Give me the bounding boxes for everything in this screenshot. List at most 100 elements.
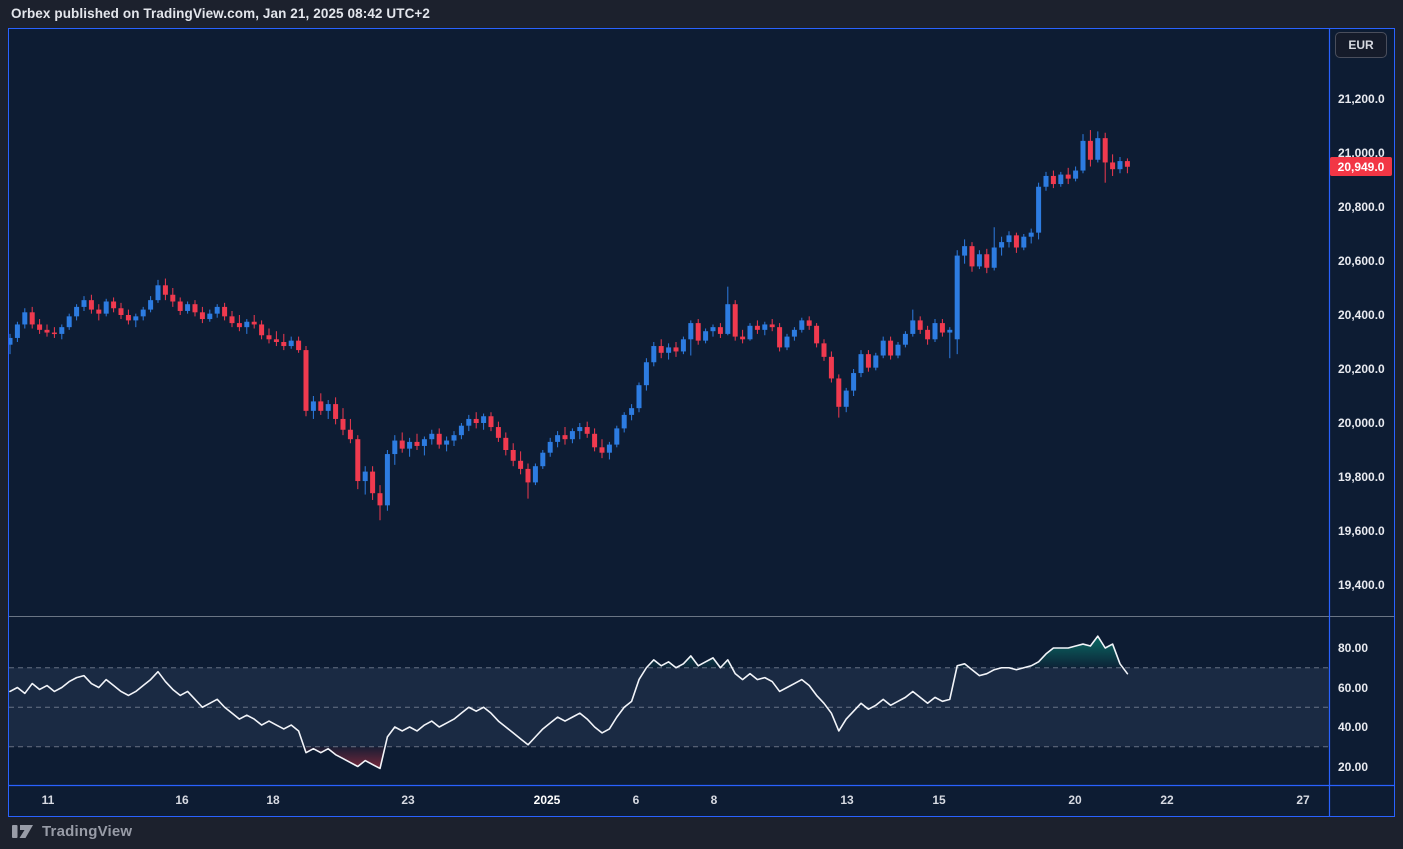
candle-body xyxy=(296,340,302,351)
candle-body xyxy=(481,416,487,423)
candle-body xyxy=(888,340,894,356)
candle-body xyxy=(717,327,723,334)
candle-body xyxy=(747,325,753,340)
currency-label: EUR xyxy=(1348,38,1374,52)
candle-body xyxy=(1110,162,1116,170)
candle-body xyxy=(244,321,250,328)
candle-body xyxy=(355,439,361,482)
candle-body xyxy=(518,460,524,469)
candle-body xyxy=(555,435,561,442)
candle-body xyxy=(732,304,738,337)
candle-body xyxy=(125,315,131,321)
candle-body xyxy=(636,385,642,409)
candle-body xyxy=(673,347,679,352)
time-tick-label: 20 xyxy=(1068,793,1082,807)
candle-body xyxy=(703,331,709,341)
candle-body xyxy=(148,300,154,310)
candle-body xyxy=(51,332,57,335)
candle-body xyxy=(192,304,198,313)
time-tick-label: 13 xyxy=(840,793,854,807)
candle-body xyxy=(488,416,494,428)
candle-body xyxy=(614,428,620,445)
time-axis[interactable]: 11 16 18 23 2025 6 8 13 15 20 22 27 xyxy=(9,786,1329,816)
time-tick-label: 6 xyxy=(632,793,640,807)
candle-body xyxy=(1124,161,1130,167)
candle-body xyxy=(1080,140,1086,171)
candle-body xyxy=(199,312,205,320)
candle-body xyxy=(621,414,627,429)
candle-body xyxy=(606,444,612,453)
candle-body xyxy=(444,440,450,445)
rsi-tick-label: 60.00 xyxy=(1338,680,1369,695)
candle-body xyxy=(251,321,257,325)
candle-body xyxy=(162,285,168,295)
candle-body xyxy=(436,433,442,445)
candle-body xyxy=(214,306,220,314)
candle-body xyxy=(133,316,139,321)
candle-body xyxy=(954,255,960,340)
price-tick-label: 19,800.0 xyxy=(1338,470,1385,484)
candle-body xyxy=(421,439,427,446)
price-axis[interactable]: EUR 21,200.0 21,000.0 20,800.0 20,600.0 20,4… xyxy=(1330,29,1394,816)
rsi-tick-label: 80.00 xyxy=(1338,641,1369,655)
candle-body xyxy=(399,440,405,449)
candle-body xyxy=(1102,138,1108,163)
candle-body xyxy=(9,337,13,345)
currency-badge[interactable]: EUR xyxy=(1335,32,1387,58)
candle-body xyxy=(318,401,324,411)
candle-body xyxy=(1095,138,1101,160)
tradingview-wordmark: TradingView xyxy=(42,823,133,840)
candle-body xyxy=(814,325,820,344)
candle-body xyxy=(976,254,982,267)
candle-body xyxy=(44,329,50,333)
candle-body xyxy=(414,441,420,446)
price-tick-label: 20,400.0 xyxy=(1338,308,1385,322)
candle-body xyxy=(984,254,990,268)
candle-body xyxy=(495,427,501,438)
candle-body xyxy=(858,354,864,374)
time-tick-label: 11 xyxy=(41,793,55,807)
time-tick-label: 8 xyxy=(710,793,718,807)
candle-body xyxy=(599,447,605,453)
candle-body xyxy=(525,468,531,483)
candle-body xyxy=(547,441,553,453)
candle-body xyxy=(473,418,479,423)
time-tick-label: 2025 xyxy=(533,793,561,807)
candle-body xyxy=(118,308,124,315)
candle-body xyxy=(303,350,309,411)
candle-body xyxy=(236,323,242,328)
candle-body xyxy=(651,346,657,363)
price-tick-label: 20,600.0 xyxy=(1338,254,1385,268)
candle-body xyxy=(569,431,575,440)
candle-body xyxy=(229,316,235,324)
candle-body xyxy=(377,493,383,506)
candle-body xyxy=(340,418,346,430)
footer-bar: TradingView xyxy=(0,817,1403,849)
candle-body xyxy=(103,301,109,314)
candle-body xyxy=(680,339,686,352)
candle-body xyxy=(458,425,464,436)
candle-body xyxy=(288,340,294,347)
time-tick-label: 15 xyxy=(932,793,946,807)
time-tick-label: 23 xyxy=(401,793,415,807)
candle-body xyxy=(1028,232,1034,237)
candle-body xyxy=(1021,236,1027,248)
candle-body xyxy=(777,327,783,348)
candle-body xyxy=(185,304,191,311)
candle-body xyxy=(1013,235,1019,248)
rsi-tick-label: 40.00 xyxy=(1338,720,1369,734)
last-price-badge: 20,949.0 xyxy=(1330,157,1392,177)
candle-body xyxy=(688,323,694,340)
candle-body xyxy=(925,329,931,340)
publish-banner: Orbex published on TradingView.com, Jan … xyxy=(0,0,1403,28)
candle-body xyxy=(222,306,228,317)
candle-body xyxy=(510,450,516,461)
candle-body xyxy=(1065,174,1071,179)
tradingview-logo[interactable]: TradingView xyxy=(12,823,132,840)
price-chart-canvas[interactable] xyxy=(9,29,1394,816)
publish-text: Orbex published on TradingView.com, Jan … xyxy=(11,6,431,21)
candle-body xyxy=(14,324,20,338)
candle-body xyxy=(962,246,968,256)
candle-body xyxy=(917,320,923,330)
candle-body xyxy=(207,313,213,320)
